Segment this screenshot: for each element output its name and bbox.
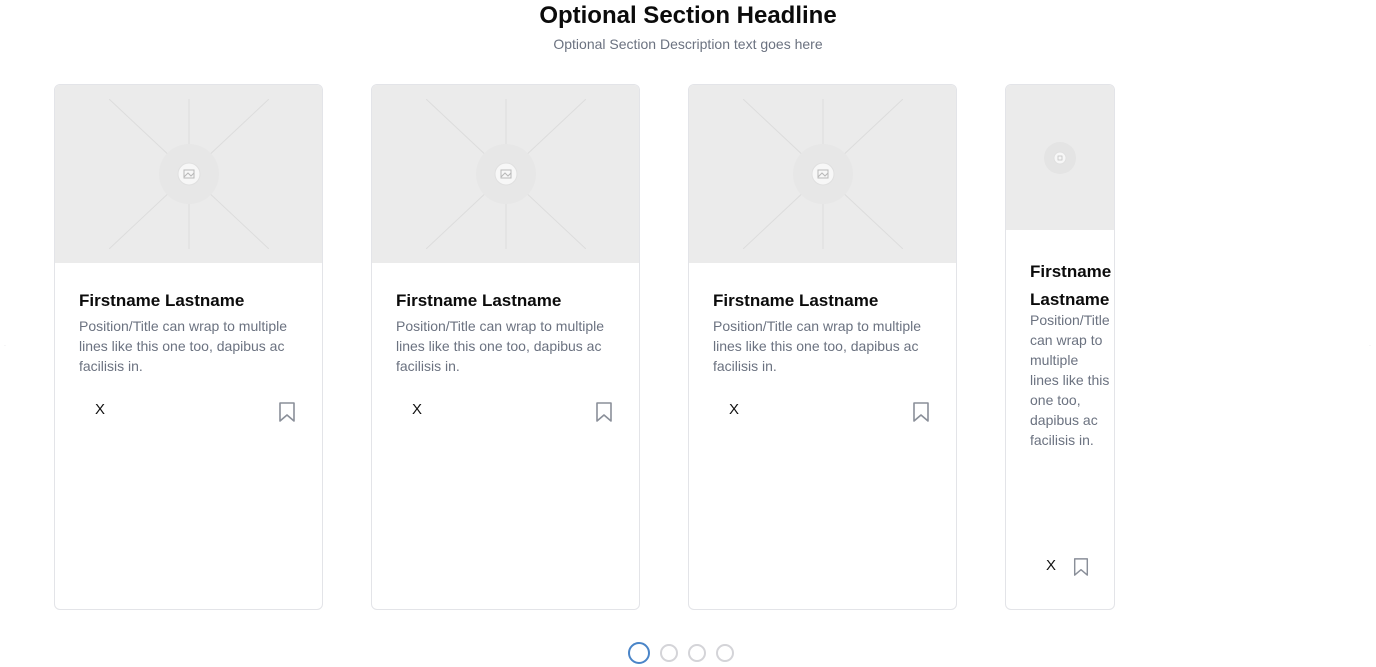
x-social-link[interactable]: X	[729, 401, 739, 419]
image-placeholder-icon	[742, 99, 903, 249]
card-position: Position/Title can wrap to multiple line…	[79, 318, 288, 374]
team-card: Firstname Lastname Position/Title can wr…	[688, 84, 957, 610]
image-placeholder-icon	[108, 99, 269, 249]
card-image	[372, 85, 639, 263]
team-carousel-section: Optional Section Headline Optional Secti…	[0, 0, 1376, 667]
card-image	[55, 85, 322, 263]
team-card: Firstname Lastname Position/Title can wr…	[1005, 84, 1115, 610]
bookmark-icon[interactable]	[911, 401, 931, 423]
x-social-link[interactable]: X	[412, 401, 422, 419]
card-image	[689, 85, 956, 263]
team-card: Firstname Lastname Position/Title can wr…	[54, 84, 323, 610]
bookmark-icon[interactable]	[594, 401, 614, 423]
card-name: Firstname Lastname	[1030, 262, 1112, 309]
pagination-dot-2[interactable]	[660, 644, 678, 662]
section-header: Optional Section Headline Optional Secti…	[0, 0, 1376, 53]
team-card: Firstname Lastname Position/Title can wr…	[371, 84, 640, 610]
card-name: Firstname Lastname	[79, 291, 245, 310]
image-placeholder-icon	[425, 99, 586, 249]
card-position: Position/Title can wrap to multiple line…	[713, 318, 922, 374]
section-headline: Optional Section Headline	[539, 2, 837, 29]
x-social-link[interactable]: X	[1046, 557, 1056, 575]
pagination-dot-4[interactable]	[716, 644, 734, 662]
card-position: Position/Title can wrap to multiple line…	[396, 318, 605, 374]
previous-arrow-icon[interactable]: ·	[4, 343, 8, 349]
carousel-pagination	[628, 642, 734, 664]
bookmark-icon[interactable]	[1072, 557, 1090, 577]
card-image	[1006, 85, 1114, 230]
bookmark-icon[interactable]	[277, 401, 297, 423]
card-name: Firstname Lastname	[713, 291, 879, 310]
image-placeholder-icon	[1044, 141, 1076, 174]
pagination-dot-1[interactable]	[628, 642, 650, 664]
card-name: Firstname Lastname	[396, 291, 562, 310]
section-description: Optional Section Description text goes h…	[553, 36, 823, 52]
next-arrow-icon[interactable]: ·	[1369, 343, 1373, 349]
card-position: Position/Title can wrap to multiple line…	[1030, 312, 1110, 448]
x-social-link[interactable]: X	[95, 401, 105, 419]
pagination-dot-3[interactable]	[688, 644, 706, 662]
